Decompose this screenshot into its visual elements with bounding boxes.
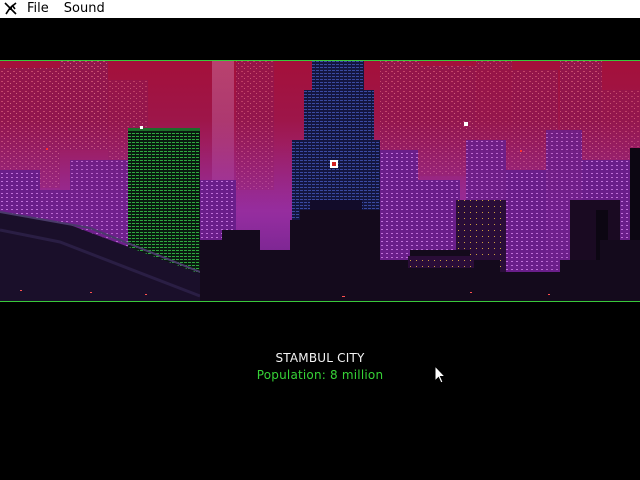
arrow-cursor-icon [434,365,446,384]
game-screen: File Sound STAMBUL CITY Population: 8 mi… [0,0,640,480]
menu-bar: File Sound [0,0,640,19]
city-skyline-scene [0,60,640,302]
scene-border-top [0,60,640,61]
city-name: STAMBUL CITY [275,351,365,365]
scene-border-bottom [0,301,640,302]
menu-file[interactable]: File [27,0,58,18]
app-icon[interactable] [3,1,19,17]
population-text: Population: 8 million [256,368,384,382]
menu-sound[interactable]: Sound [64,0,114,18]
